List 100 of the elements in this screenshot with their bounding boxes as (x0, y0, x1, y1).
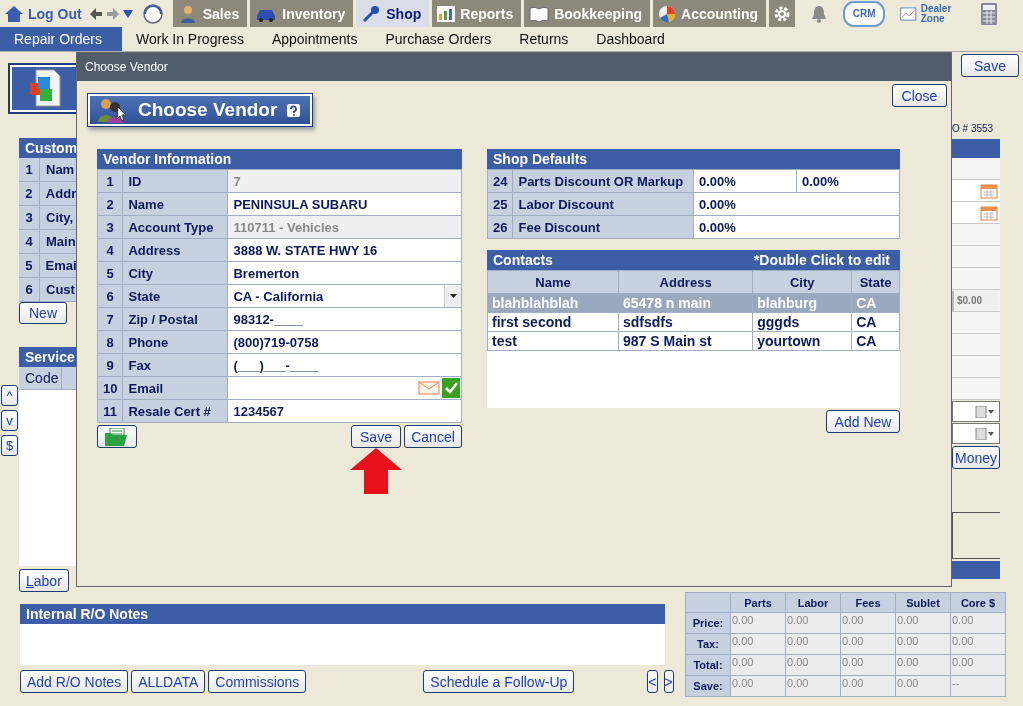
module-tab[interactable]: Accounting (653, 0, 767, 27)
chart-icon (437, 5, 456, 22)
contact-row[interactable]: test 987 S Main st yourtown CA (487, 331, 900, 351)
column-header: Core $ (950, 592, 1006, 613)
row-number: 8 (97, 330, 123, 354)
add-new-button[interactable]: Add New (826, 410, 900, 433)
module-tab[interactable]: Sales (172, 0, 248, 27)
field-label: Labor Discount (512, 192, 694, 216)
panel-title: Contacts (493, 251, 553, 270)
dialog-heading: Choose Vendor (87, 93, 314, 127)
calendar-icon[interactable] (980, 182, 998, 199)
money-button[interactable]: Money (952, 446, 1000, 469)
row-number: 11 (97, 399, 123, 423)
save-button[interactable]: Save (351, 425, 401, 448)
pager-button[interactable]: < (647, 670, 658, 693)
row-number: 5 (97, 261, 123, 285)
chart-icon (900, 4, 917, 23)
labor-button[interactable]: Labor (19, 569, 69, 592)
cancel-button[interactable]: Cancel (404, 425, 462, 448)
input-field[interactable]: 3888 W. STATE HWY 16 (227, 238, 462, 262)
help-icon[interactable] (287, 103, 301, 117)
input-field[interactable]: (800)719-0758 (227, 330, 462, 354)
document-icon (28, 69, 62, 108)
row-label: Price: (685, 612, 731, 634)
input-field[interactable] (227, 376, 462, 400)
back-arrow-icon[interactable] (88, 6, 103, 21)
contact-row[interactable]: first second sdfsdfs gggds CA (487, 312, 900, 332)
checkmark-icon (442, 378, 460, 398)
crm-link[interactable]: CRM (843, 0, 886, 27)
folder-button[interactable] (97, 425, 137, 448)
sub-nav-tab[interactable]: Work In Progress (122, 27, 258, 51)
column-header: Name (487, 270, 619, 294)
panel-title: Custom (19, 137, 76, 158)
input-field[interactable]: 1234567 (227, 399, 462, 423)
module-tab[interactable]: Shop (356, 0, 430, 27)
up-arrow-icon (350, 448, 402, 494)
sub-nav-tab[interactable]: Dashboard (582, 27, 679, 51)
input-field[interactable]: 0.00% (693, 192, 900, 216)
amount-field[interactable]: $0.00 (952, 290, 998, 311)
side-button[interactable]: ^ (1, 385, 18, 406)
field-label: Main (39, 229, 76, 253)
table-cell (952, 334, 1000, 356)
row-label: Save: (685, 675, 731, 697)
side-button[interactable]: $ (1, 435, 18, 456)
panel-title: Internal R/O Notes (20, 604, 665, 624)
row-number: 6 (24, 281, 34, 297)
panel-title: Shop Defaults (487, 149, 900, 169)
calendar-icon[interactable] (980, 204, 998, 221)
input-field[interactable]: PENINSULA SUBARU (227, 192, 462, 216)
new-button[interactable]: New (19, 301, 67, 325)
input-field[interactable]: 98312-____ (227, 307, 462, 331)
sub-nav-tab[interactable]: Returns (505, 27, 583, 51)
pager-button[interactable]: > (663, 670, 674, 693)
dropdown-field[interactable] (952, 423, 1000, 444)
field-label: City, (39, 205, 74, 229)
follow-up-button[interactable]: Schedule a Follow-Up (423, 670, 575, 693)
side-button[interactable]: v (1, 410, 18, 431)
caret-icon[interactable] (122, 9, 133, 18)
input-field[interactable]: 0.00% (693, 215, 900, 239)
field-label: Parts Discount OR Markup (512, 169, 694, 193)
input-field[interactable]: 0.00% (796, 169, 900, 193)
field-label: Nam (39, 157, 75, 181)
sub-nav-tab[interactable]: Purchase Orders (371, 27, 506, 51)
row-number: 9 (97, 353, 123, 377)
action-button[interactable]: Add R/O Notes (20, 670, 129, 693)
input-field[interactable]: Bremerton (227, 261, 462, 285)
ro-number: O # 3553 (952, 123, 994, 134)
column-header: Parts (730, 592, 786, 613)
table-cell (952, 378, 1000, 400)
dropdown-field[interactable] (952, 401, 1000, 422)
envelope-icon[interactable] (418, 381, 440, 395)
row-label: Tax: (685, 633, 731, 655)
caret-icon (449, 294, 457, 298)
bell-icon[interactable] (810, 3, 829, 24)
field-label: Cust (39, 277, 75, 301)
log-out-link[interactable]: Log Out (4, 4, 82, 23)
support-icon[interactable] (141, 2, 164, 25)
dealer-zone-link[interactable]: Dealer Zone (900, 3, 965, 24)
state-dropdown[interactable]: CA - California (228, 285, 461, 307)
column-header: City (752, 270, 852, 294)
panel-title: Vendor Information (97, 149, 462, 169)
row-number: 4 (97, 238, 123, 262)
save-button[interactable]: Save (961, 54, 1019, 77)
column-header: Fees (840, 592, 896, 613)
row-number: 2 (97, 192, 123, 216)
sub-nav-tab[interactable]: Repair Orders (0, 27, 122, 51)
action-button[interactable]: Commissions (208, 670, 307, 693)
module-tab[interactable]: Bookkeeping (524, 0, 651, 27)
column-header: Sublet (895, 592, 951, 613)
sub-nav-tab[interactable]: Appointments (257, 27, 372, 51)
input-field[interactable]: (___)___-____ (227, 353, 462, 377)
close-button[interactable]: Close (892, 84, 947, 107)
repair-order-button[interactable] (8, 63, 76, 114)
module-tab[interactable]: Inventory (250, 0, 354, 27)
action-button[interactable]: ALLDATA (131, 670, 206, 693)
row-number: 3 (24, 209, 34, 225)
row-number: 4 (24, 233, 34, 249)
input-field[interactable]: 0.00% (693, 169, 797, 193)
module-tab[interactable]: Reports (432, 0, 522, 27)
dialog-title: Choose Vendor (77, 53, 951, 81)
